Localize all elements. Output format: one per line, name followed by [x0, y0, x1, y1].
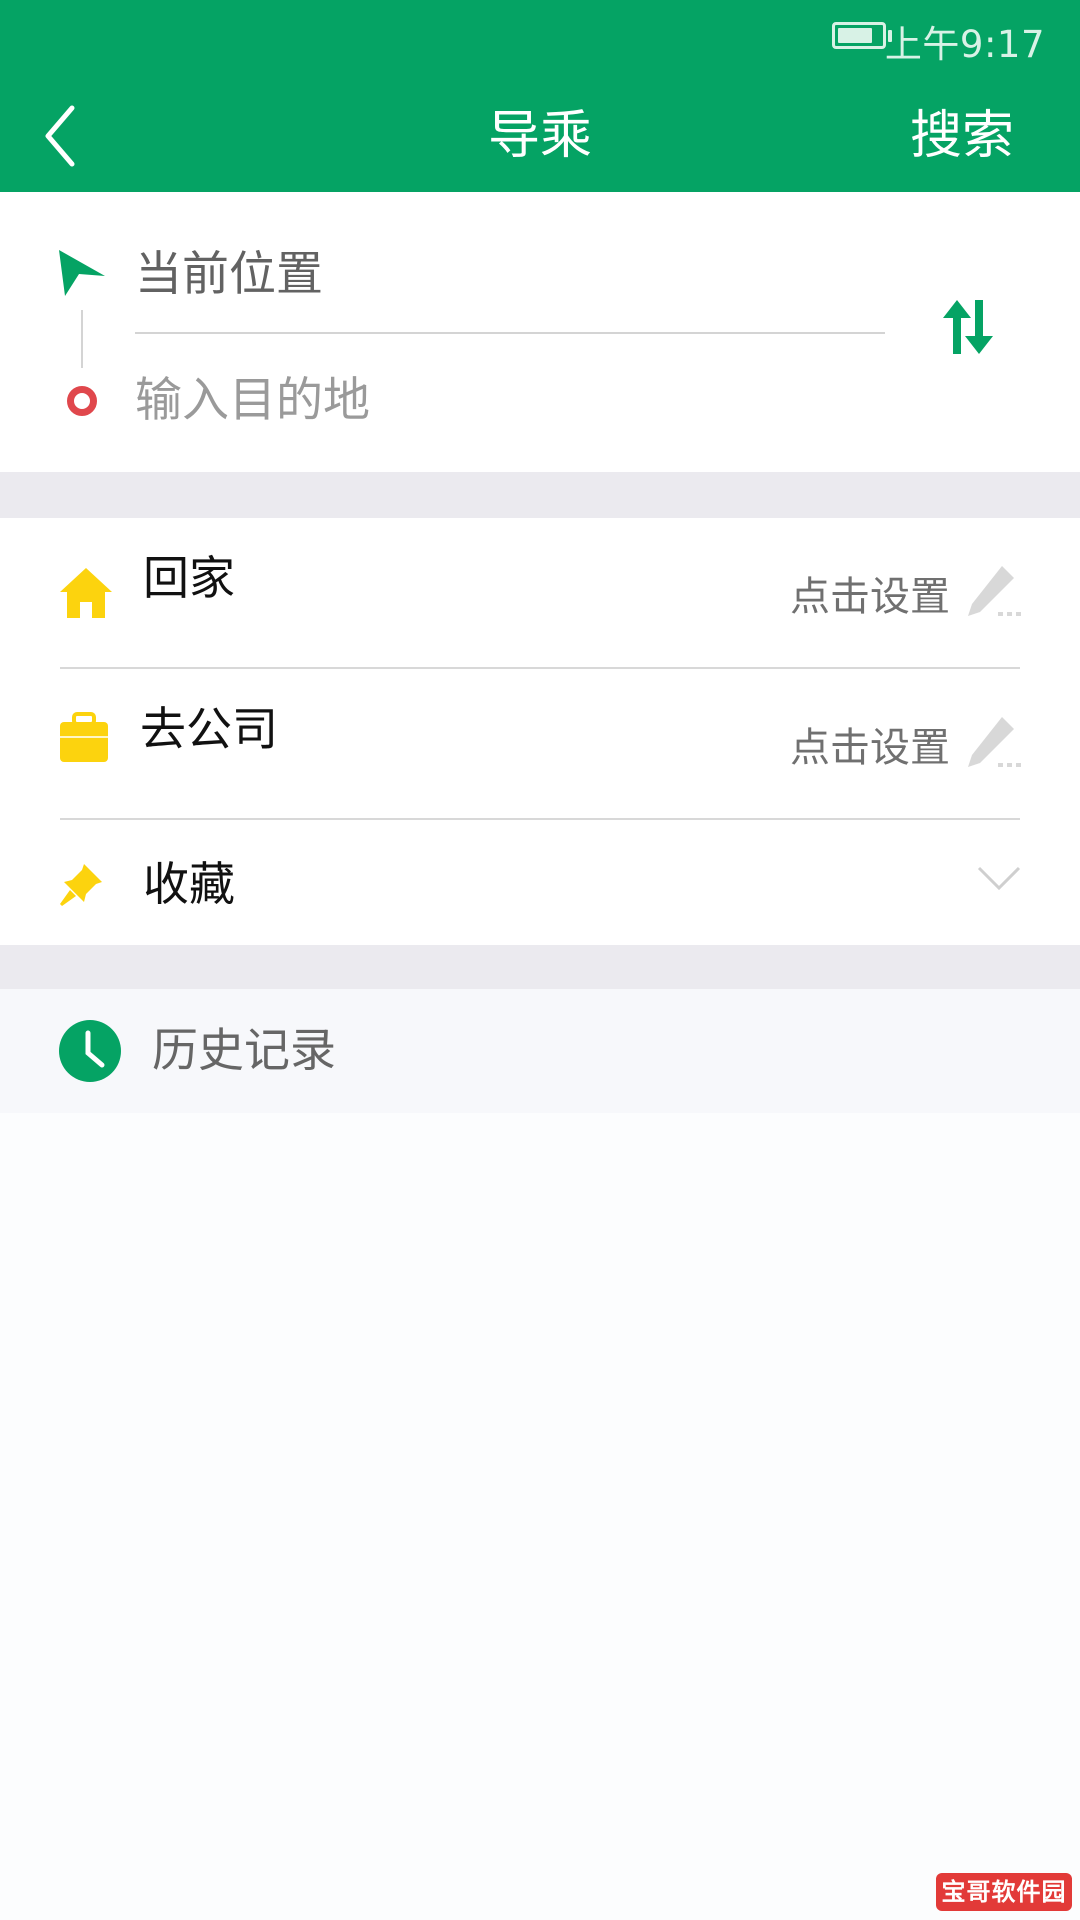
work-set-link[interactable]: 点击设置	[790, 719, 950, 777]
chevron-down-icon	[977, 866, 1021, 891]
clock-icon	[59, 1020, 121, 1082]
home-set-link[interactable]: 点击设置	[790, 568, 950, 626]
status-time: 上午9:17	[884, 23, 1045, 66]
home-row[interactable]: 回家 点击设置	[0, 518, 1080, 668]
history-label: 历史记录	[152, 1023, 336, 1077]
section-gap	[0, 472, 1080, 518]
pin-icon	[60, 864, 102, 906]
location-arrow-icon	[59, 250, 105, 296]
favorites-label: 收藏	[143, 857, 235, 911]
search-button[interactable]: 搜索	[910, 100, 1014, 172]
section-gap	[0, 945, 1080, 989]
origin-field[interactable]: 当前位置	[135, 242, 323, 308]
swap-button[interactable]	[940, 298, 996, 360]
home-icon	[60, 568, 112, 618]
history-row[interactable]: 历史记录	[0, 989, 1080, 1113]
destination-field[interactable]: 输入目的地	[135, 368, 370, 434]
work-label: 去公司	[140, 702, 278, 756]
work-row[interactable]: 去公司 点击设置	[0, 669, 1080, 819]
pencil-icon	[968, 717, 1021, 767]
quick-places: 回家 点击设置 去公司 点击设置 收藏	[0, 518, 1080, 945]
watermark-logo: 宝哥软件园	[936, 1873, 1072, 1911]
route-planner: 当前位置 输入目的地	[0, 192, 1080, 472]
favorites-row[interactable]: 收藏	[0, 820, 1080, 945]
app-header: 上午9:17 导乘 搜索	[0, 0, 1080, 192]
destination-dot-icon	[67, 386, 97, 416]
field-divider	[135, 332, 885, 334]
route-connector	[81, 310, 83, 368]
battery-charging-icon	[832, 22, 886, 49]
pencil-icon	[968, 566, 1021, 616]
briefcase-icon	[60, 712, 108, 762]
swap-vertical-icon	[943, 300, 993, 354]
home-label: 回家	[143, 551, 235, 605]
